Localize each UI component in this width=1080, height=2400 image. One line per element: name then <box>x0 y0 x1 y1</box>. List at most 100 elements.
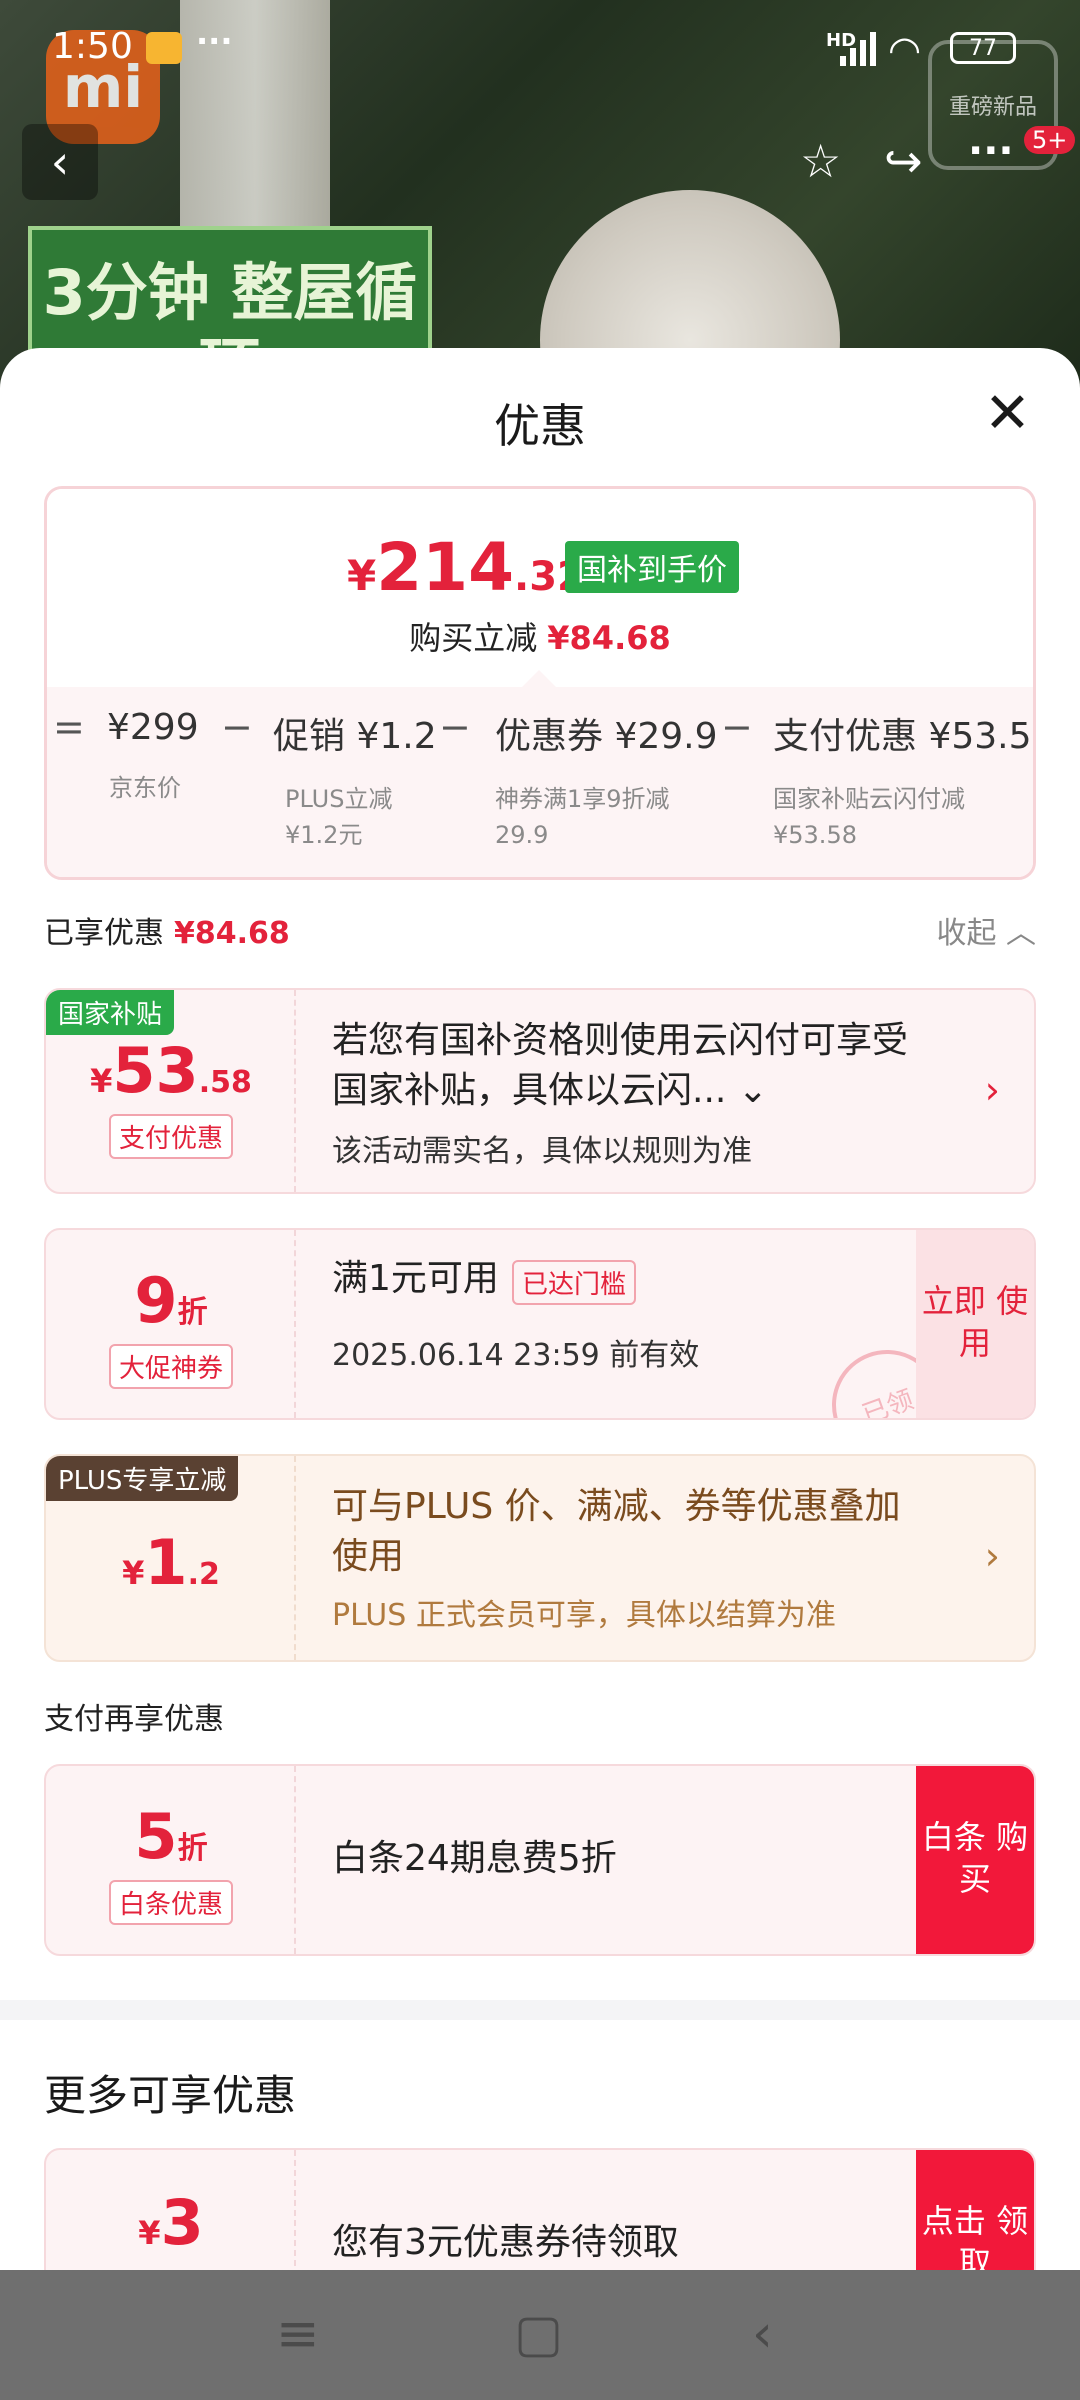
minus-operator: − <box>439 705 471 749</box>
plus-value: ¥1.2 <box>46 1526 296 1599</box>
more-coupon-card[interactable]: ¥3 您有3元优惠券待领取 点击 领取 <box>44 2148 1036 2270</box>
pill-label: 支付优惠 <box>108 1114 233 1159</box>
value-unit: 折 <box>177 1295 208 1330</box>
coupon-value: 优惠券 ¥29.9 <box>495 716 718 757</box>
subsidy-note: 该活动需实名，具体以规则为准 <box>332 1134 752 1169</box>
jd-price-value: ¥299 <box>107 707 199 748</box>
more-notifications-icon: ··· <box>196 22 233 60</box>
value-integer: 3 <box>160 2186 204 2259</box>
coupon-expiry: 2025.06.14 23:59 前有效 <box>332 1338 700 1373</box>
plus-corner-tag: PLUS专享立减 <box>46 1456 239 1501</box>
breakdown-coupon: 优惠券 ¥29.9 神券满1享9折减 29.9 <box>495 707 718 853</box>
coupon-condition: 满1元可用 <box>332 1258 499 1299</box>
pill-label: 白条优惠 <box>108 1880 233 1925</box>
coupon-desc-line1: 神券满1享9折减 <box>495 785 670 813</box>
value-integer: 1 <box>144 1526 188 1599</box>
pay-section-title: 支付再享优惠 <box>44 1702 224 1737</box>
value-integer: 9 <box>134 1264 178 1337</box>
subsidy-desc-line2[interactable]: 国家补贴，具体以云闪... ⌄ <box>332 1066 908 1116</box>
value-symbol: ¥ <box>90 1062 113 1100</box>
promo-value: 促销 ¥1.2 <box>273 716 437 757</box>
use-now-button[interactable]: 立即 使用 <box>916 1230 1034 1418</box>
discount-sheet: 优惠 ✕ ¥214.32 国补到手价 购买立减 ¥84.68 = ¥299 京东价… <box>0 348 1080 2270</box>
subsidy-price-tag: 国补到手价 <box>565 541 739 593</box>
payment-desc-line2: ¥53.58 <box>773 821 857 849</box>
coupon-type-pill: 大促神券 <box>46 1344 296 1389</box>
plus-desc-line2: 使用 <box>332 1536 405 1577</box>
instant-reduction: 购买立减 ¥84.68 <box>47 613 1033 659</box>
baitiao-desc: 白条24期息费5折 <box>332 1838 617 1879</box>
collapse-button[interactable]: 收起 ︿ <box>936 908 1036 952</box>
coupon-card[interactable]: 9折 大促神券 满1元可用 已达门槛 2025.06.14 23:59 前有效 … <box>44 1228 1036 1420</box>
more-menu-icon[interactable]: ··· <box>968 128 1014 174</box>
pill-label: 大促神券 <box>108 1344 233 1389</box>
value-decimal: .58 <box>198 1065 252 1100</box>
home-icon[interactable]: ▢ <box>514 2304 563 2364</box>
chevron-right-icon[interactable]: › <box>985 1534 1000 1578</box>
message-count-badge: 5+ <box>1024 126 1076 154</box>
coupon-desc-line2: 29.9 <box>495 821 549 849</box>
final-price-box: ¥214.32 国补到手价 购买立减 ¥84.68 <box>47 489 1033 689</box>
more-coupon-value: ¥3 <box>46 2186 296 2259</box>
enjoyed-label: 已享优惠 <box>44 916 164 951</box>
section-divider <box>0 2000 1080 2020</box>
price-summary: ¥214.32 国补到手价 购买立减 ¥84.68 = ¥299 京东价 − 促销… <box>44 486 1036 880</box>
baitiao-buy-button[interactable]: 白条 购买 <box>916 1766 1034 1954</box>
minus-operator: − <box>221 705 253 749</box>
equals-operator: = <box>53 705 85 749</box>
breakdown-promo: 促销 ¥1.2 PLUS立减 ¥1.2元 <box>273 707 437 853</box>
status-time: 1:50 <box>52 26 133 67</box>
jd-price-label: 京东价 <box>109 774 181 802</box>
threshold-reached-badge: 已达门槛 <box>512 1260 637 1305</box>
close-icon[interactable]: ✕ <box>984 386 1031 442</box>
breakdown-payment: 支付优惠 ¥53.58 国家补贴云闪付减 ¥53.58 <box>773 707 1036 853</box>
reduction-amount: ¥84.68 <box>547 619 671 657</box>
price-integer: 214 <box>376 529 515 606</box>
subsidy-desc-line1: 若您有国补资格则使用云闪付可享受 <box>332 1020 909 1061</box>
value-symbol: ¥ <box>122 1554 145 1592</box>
signal-icon <box>840 30 880 66</box>
share-icon[interactable]: ↪ <box>884 134 923 188</box>
enjoyed-discount-row: 已享优惠 ¥84.68 收起 ︿ <box>44 908 1036 958</box>
value-decimal: .2 <box>187 1557 220 1592</box>
plus-note: PLUS 正式会员可享，具体以结算为准 <box>332 1598 836 1633</box>
subsidy-desc: 若您有国补资格则使用云闪付可享受 国家补贴，具体以云闪... ⌄ <box>332 1016 908 1116</box>
more-coupon-desc: 您有3元优惠券待领取 <box>332 2222 679 2263</box>
baitiao-value: 5折 <box>46 1800 296 1873</box>
minus-operator: − <box>721 705 753 749</box>
notification-icon <box>146 32 182 64</box>
claim-button[interactable]: 点击 领取 <box>916 2150 1034 2270</box>
payment-desc: 国家补贴云闪付减 ¥53.58 <box>773 781 1033 853</box>
coupon-value: 9折 <box>46 1264 296 1337</box>
plus-desc-line1: 可与PLUS 价、满减、券等优惠叠加 <box>332 1486 901 1527</box>
price-symbol: ¥ <box>347 551 377 600</box>
subsidy-corner-tag: 国家补贴 <box>46 990 175 1035</box>
breakdown-jd-price: ¥299 京东价 <box>107 707 199 806</box>
value-integer: 53 <box>112 1034 199 1107</box>
promo-desc: PLUS立减 ¥1.2元 <box>273 781 437 853</box>
wifi-icon: ◠ <box>888 28 922 72</box>
battery-icon: 77 <box>950 32 1016 64</box>
subsidy-card[interactable]: 国家补贴 ¥53.58 支付优惠 若您有国补资格则使用云闪付可享受 国家补贴，具… <box>44 988 1036 1194</box>
enjoyed-amount: ¥84.68 <box>174 916 290 951</box>
chevron-right-icon[interactable]: › <box>985 1068 1000 1112</box>
coupon-desc: 神券满1享9折减 29.9 <box>495 781 718 853</box>
back-icon[interactable]: ‹ <box>752 2304 773 2364</box>
promo-desc-line1: PLUS立减 <box>285 785 393 813</box>
reduction-label: 购买立减 <box>409 619 538 657</box>
promo-desc-line2: ¥1.2元 <box>285 821 363 849</box>
baitiao-card[interactable]: 5折 白条优惠 白条24期息费5折 白条 购买 <box>44 1764 1036 1956</box>
status-bar: 1:50 ··· HD ◠ 77 <box>0 0 1080 100</box>
more-discounts-title: 更多可享优惠 <box>44 2071 297 2120</box>
value-integer: 5 <box>134 1800 178 1873</box>
baitiao-type-pill: 白条优惠 <box>46 1880 296 1925</box>
value-symbol: ¥ <box>138 2214 161 2252</box>
sheet-title: 优惠 <box>494 399 586 453</box>
back-button[interactable]: ‹ <box>22 124 98 200</box>
menu-icon[interactable]: ≡ <box>276 2304 320 2364</box>
payment-desc-line1: 国家补贴云闪付减 <box>773 785 965 813</box>
plus-card[interactable]: PLUS专享立减 ¥1.2 可与PLUS 价、满减、券等优惠叠加 使用 PLUS… <box>44 1454 1036 1662</box>
payment-value: 支付优惠 ¥53.58 <box>773 716 1036 757</box>
favorite-star-icon[interactable]: ☆ <box>800 134 841 188</box>
plus-desc: 可与PLUS 价、满减、券等优惠叠加 使用 <box>332 1482 901 1582</box>
